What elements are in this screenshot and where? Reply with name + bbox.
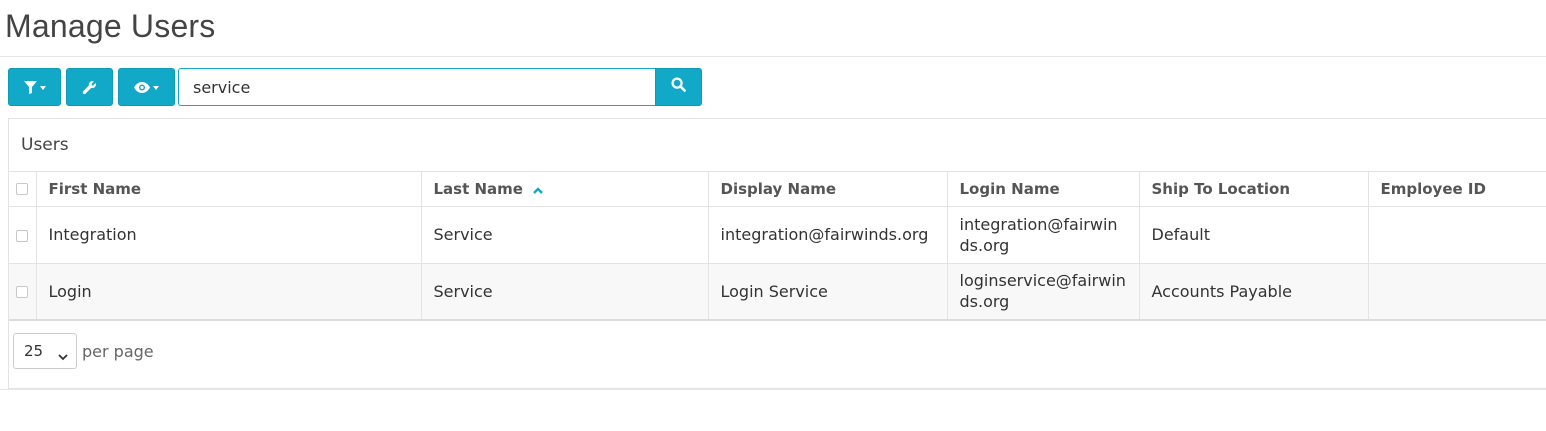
table-row[interactable]: Integration Service integration@fairwind… (9, 206, 1546, 264)
cell-display-name: Login Service (708, 263, 948, 321)
column-header-last-name[interactable]: Last Name (421, 172, 709, 207)
search-icon (671, 77, 686, 97)
cell-last-name: Service (421, 206, 709, 264)
tools-button[interactable] (66, 68, 113, 106)
sort-ascending-icon (533, 180, 543, 198)
footer-divider (0, 389, 1546, 390)
users-table: First Name Last Name Display Name Login … (9, 172, 1546, 321)
cell-employee-id (1368, 206, 1546, 264)
select-all-checkbox[interactable] (16, 183, 29, 196)
cell-login-name: integration@fairwinds.org (947, 206, 1140, 264)
manage-users-page: Manage Users Users (0, 0, 1546, 431)
cell-login-name: loginservice@fairwinds.org (947, 263, 1140, 321)
view-dropdown-button[interactable] (118, 68, 175, 106)
eye-icon (134, 81, 150, 93)
cell-last-name: Service (421, 263, 709, 321)
wrench-icon (82, 80, 97, 95)
cell-first-name: Integration (36, 206, 422, 264)
page-title: Manage Users (5, 8, 216, 44)
column-header-login-name[interactable]: Login Name (947, 172, 1140, 207)
panel-title: Users (9, 119, 1546, 172)
table-row[interactable]: Login Service Login Service loginservice… (9, 263, 1546, 321)
column-header-ship-to-location[interactable]: Ship To Location (1139, 172, 1369, 207)
per-page-label: per page (82, 341, 154, 361)
title-divider (0, 56, 1546, 57)
cell-display-name: integration@fairwinds.org (708, 206, 948, 264)
caret-down-icon (39, 86, 46, 90)
table-header-row: First Name Last Name Display Name Login … (9, 172, 1546, 207)
cell-ship-to-location: Accounts Payable (1139, 263, 1369, 321)
cell-ship-to-location: Default (1139, 206, 1369, 264)
filter-icon (23, 80, 37, 94)
filter-dropdown-button[interactable] (8, 68, 61, 106)
toolbar (8, 68, 180, 106)
row-checkbox[interactable] (16, 229, 29, 242)
select-all-cell (9, 172, 37, 207)
column-header-first-name[interactable]: First Name (36, 172, 422, 207)
caret-down-icon (153, 86, 159, 90)
cell-first-name: Login (36, 263, 422, 321)
row-select-cell (9, 206, 37, 264)
column-header-display-name[interactable]: Display Name (708, 172, 948, 207)
cell-employee-id (1368, 263, 1546, 321)
chevron-down-icon (58, 347, 68, 365)
pagination-footer: 25 per page (13, 333, 154, 369)
row-select-cell (9, 263, 37, 321)
users-panel: Users First Name Last Name Display Name … (8, 118, 1546, 389)
search-input[interactable] (178, 68, 655, 106)
column-header-employee-id[interactable]: Employee ID (1368, 172, 1546, 207)
search-button[interactable] (655, 68, 702, 106)
per-page-select[interactable]: 25 (13, 333, 77, 369)
row-checkbox[interactable] (16, 286, 29, 299)
